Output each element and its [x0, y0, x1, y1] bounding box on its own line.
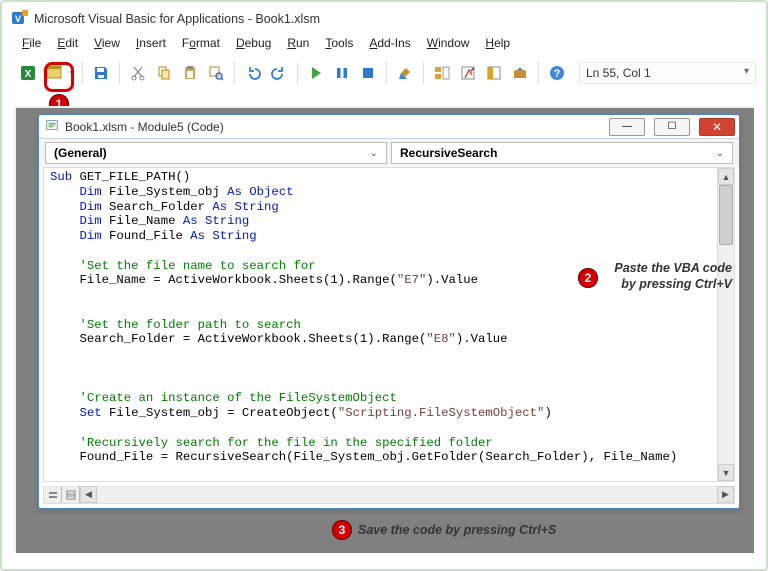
app-titlebar: V Microsoft Visual Basic for Application…: [6, 6, 762, 32]
menu-file[interactable]: File: [16, 34, 47, 52]
object-browser-icon[interactable]: [482, 61, 506, 85]
window-maximize-button[interactable]: ☐: [654, 118, 690, 136]
scroll-up-icon[interactable]: ▲: [718, 168, 734, 185]
object-dropdown[interactable]: (General)⌄: [45, 142, 387, 164]
vba-app-icon: V: [12, 10, 28, 29]
menu-format[interactable]: Format: [176, 34, 226, 52]
full-module-view-icon[interactable]: [62, 486, 80, 503]
menu-window[interactable]: Window: [421, 34, 476, 52]
vertical-scrollbar[interactable]: ▲ ▼: [717, 168, 734, 481]
menu-run[interactable]: Run: [281, 34, 315, 52]
menu-debug[interactable]: Debug: [230, 34, 277, 52]
mdi-client-area: Book1.xlsm - Module5 (Code) — ☐ ✕ (Gener…: [14, 106, 754, 553]
redo-icon[interactable]: [267, 61, 291, 85]
window-close-button[interactable]: ✕: [699, 118, 735, 136]
menu-edit[interactable]: Edit: [51, 34, 84, 52]
properties-window-icon[interactable]: [456, 61, 480, 85]
save-icon[interactable]: [89, 61, 113, 85]
window-minimize-button[interactable]: —: [609, 118, 645, 136]
insert-dropdown-icon[interactable]: ▾: [68, 61, 76, 85]
callout-3-badge: 3: [332, 520, 352, 540]
toolbox-icon[interactable]: [508, 61, 532, 85]
horizontal-scrollbar[interactable]: ◀ ▶: [80, 486, 734, 503]
project-explorer-icon[interactable]: [430, 61, 454, 85]
scroll-left-icon[interactable]: ◀: [80, 486, 97, 503]
standard-toolbar: X ▾ ? Ln 55, Col 1: [6, 56, 762, 90]
procedure-view-icon[interactable]: [44, 486, 62, 503]
code-window-titlebar[interactable]: Book1.xlsm - Module5 (Code) — ☐ ✕: [39, 115, 739, 139]
run-icon[interactable]: [304, 61, 328, 85]
menu-addins[interactable]: Add-Ins: [363, 34, 416, 52]
code-window-title: Book1.xlsm - Module5 (Code): [65, 120, 600, 134]
break-icon[interactable]: [330, 61, 354, 85]
help-icon[interactable]: ?: [545, 61, 569, 85]
module-icon: [45, 118, 59, 135]
procedure-dropdown[interactable]: RecursiveSearch⌄: [391, 142, 733, 164]
callout-2-badge: 2: [578, 268, 598, 288]
menu-view[interactable]: View: [88, 34, 126, 52]
svg-text:X: X: [25, 69, 32, 80]
insert-userform-icon[interactable]: [42, 61, 66, 85]
scrollbar-thumb[interactable]: [719, 185, 733, 245]
code-editor[interactable]: Sub GET_FILE_PATH() Dim File_System_obj …: [44, 168, 717, 481]
svg-text:?: ?: [554, 68, 561, 80]
design-mode-icon[interactable]: [393, 61, 417, 85]
menu-bar: File Edit View Insert Format Debug Run T…: [6, 32, 762, 54]
cut-icon[interactable]: [126, 61, 150, 85]
cursor-position-box[interactable]: Ln 55, Col 1: [579, 62, 756, 84]
menu-tools[interactable]: Tools: [319, 34, 359, 52]
view-excel-icon[interactable]: X: [16, 61, 40, 85]
find-icon[interactable]: [204, 61, 228, 85]
callout-3-text: Save the code by pressing Ctrl+S: [358, 522, 556, 538]
paste-icon[interactable]: [178, 61, 202, 85]
cursor-position-text: Ln 55, Col 1: [586, 66, 651, 80]
svg-text:V: V: [15, 14, 21, 24]
menu-help[interactable]: Help: [479, 34, 516, 52]
reset-icon[interactable]: [356, 61, 380, 85]
scroll-right-icon[interactable]: ▶: [717, 486, 734, 503]
app-title: Microsoft Visual Basic for Applications …: [34, 12, 320, 26]
copy-icon[interactable]: [152, 61, 176, 85]
code-window: Book1.xlsm - Module5 (Code) — ☐ ✕ (Gener…: [38, 114, 740, 509]
menu-insert[interactable]: Insert: [130, 34, 172, 52]
undo-icon[interactable]: [241, 61, 265, 85]
callout-2-text: Paste the VBA codeby pressing Ctrl+V: [602, 260, 732, 293]
scroll-down-icon[interactable]: ▼: [718, 464, 734, 481]
